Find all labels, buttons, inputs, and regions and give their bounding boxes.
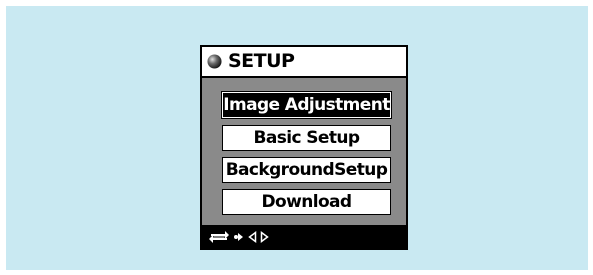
navigation-hint-bar [202, 225, 406, 248]
setup-menu-screen: SETUP Image Adjustment Basic Setup Backg… [200, 45, 408, 250]
menu-item-download[interactable]: Download [222, 189, 391, 215]
triangle-right-icon [260, 230, 269, 243]
return-icon [209, 230, 229, 243]
dot-arrow-right-icon [234, 232, 243, 241]
menu-item-background-setup[interactable]: BackgroundSetup [222, 157, 391, 183]
triangle-left-icon [248, 230, 257, 243]
page-title: SETUP [228, 50, 295, 72]
title-bar: SETUP [202, 47, 406, 78]
ball-icon [207, 54, 222, 69]
page-background: SETUP Image Adjustment Basic Setup Backg… [6, 6, 588, 270]
menu-item-basic-setup[interactable]: Basic Setup [222, 125, 391, 151]
menu-item-image-adjustment[interactable]: Image Adjustment [221, 91, 392, 119]
